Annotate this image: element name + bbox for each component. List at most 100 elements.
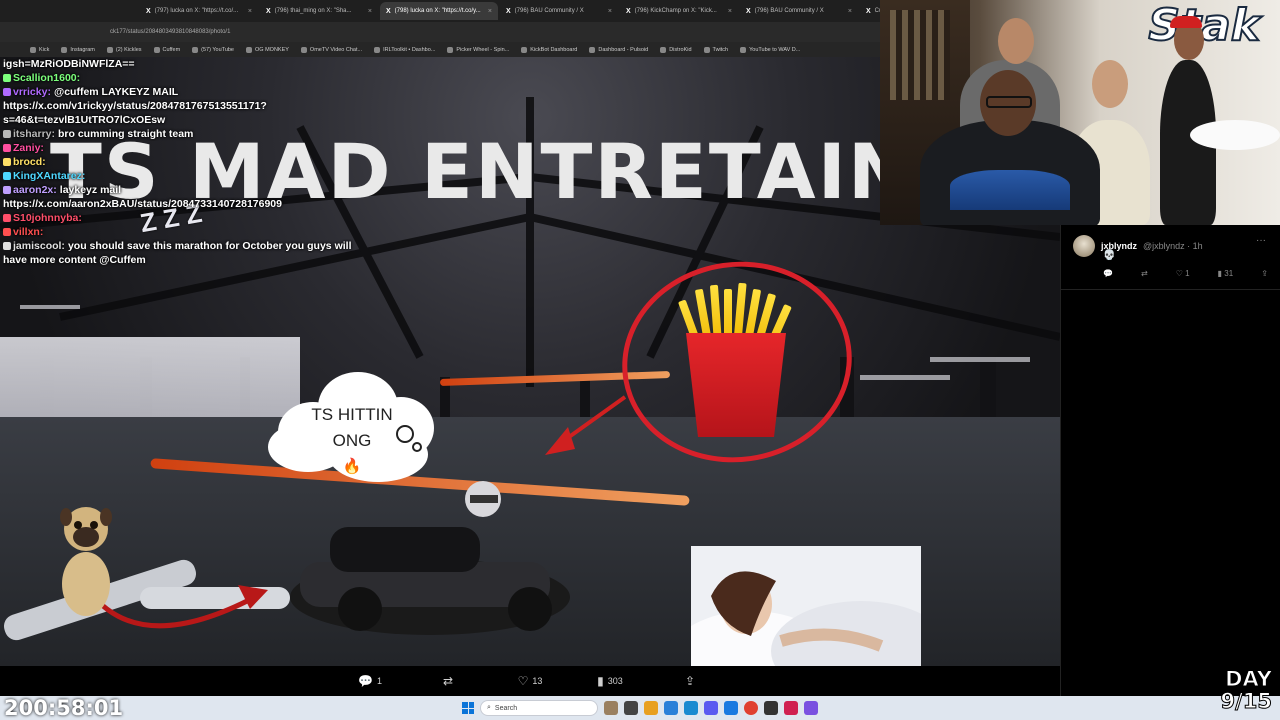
edge-browser-icon[interactable] — [664, 701, 678, 715]
close-icon[interactable]: × — [848, 8, 852, 15]
person-head — [998, 18, 1034, 64]
share-icon[interactable]: ⇪ — [1261, 269, 1268, 278]
mail-icon[interactable] — [724, 701, 738, 715]
bookmark-item[interactable]: OG MONKEY — [246, 46, 289, 53]
fries-sticker — [677, 282, 795, 439]
bookmark-item[interactable]: YouTube to WAV D... — [740, 46, 800, 53]
bar-chart-icon[interactable]: ▮ 31 — [1218, 269, 1234, 278]
browser-tab[interactable]: X (796) thai_ming on X: "Sha... × — [260, 2, 378, 20]
chat-message: vrricky: @cuffem LAYKEYZ MAIL — [3, 85, 383, 99]
chat-message: Zaniy: — [3, 141, 383, 155]
task-view-icon[interactable] — [624, 701, 638, 715]
bookmark-favicon-icon — [106, 46, 113, 53]
bookmark-item[interactable]: (57) YouTube — [192, 46, 234, 53]
close-icon[interactable]: × — [248, 8, 252, 15]
close-icon[interactable]: × — [728, 8, 732, 15]
close-icon[interactable]: × — [488, 8, 492, 15]
chat-message-text: https://x.com/aaron2xBAU/status/20847331… — [3, 198, 282, 210]
chat-badge-icon — [3, 214, 11, 222]
share-button[interactable]: ⇪ — [650, 674, 730, 688]
bookmark-item[interactable]: Kick — [30, 46, 49, 53]
browser-tab[interactable]: X (796) KickChamp on X: "Kick... × — [620, 2, 738, 20]
x-logo-icon: X — [506, 7, 511, 15]
chat-overlay: igsh=MzRiODBiNWFlZA== Scallion1600: vrrick… — [3, 57, 383, 267]
bookmark-item[interactable]: OmeTV Video Chat... — [300, 46, 362, 53]
taskbar-app-icon[interactable] — [704, 701, 718, 715]
bookmark-favicon-icon — [61, 46, 68, 53]
bookmark-favicon-icon — [30, 46, 36, 53]
day-counter: DAY 9/15 — [1220, 667, 1273, 713]
white-chair — [1190, 120, 1280, 150]
chat-username[interactable]: S10johnnyba: — [13, 212, 82, 224]
chat-badge-icon — [3, 130, 11, 138]
bookmark-item[interactable]: DistroKid — [660, 46, 692, 53]
bookmark-favicon-icon — [246, 46, 252, 53]
browser-tab[interactable]: X (796) BAU Community / X × — [500, 2, 618, 20]
taskbar-search-input[interactable]: ⌕ Search — [480, 700, 598, 716]
browser-tab-label: (798) lucka on X: "https://t.co/y... — [394, 8, 481, 14]
chat-username[interactable]: aaron2x: — [13, 184, 57, 196]
browser-tab-label: (797) lucka on X: "https://t.co/... — [154, 8, 239, 14]
x-logo-icon: X — [746, 7, 751, 15]
bookmark-favicon-icon — [447, 46, 454, 53]
share-icon: ⇪ — [684, 674, 696, 688]
chat-message: https://x.com/aaron2xBAU/status/20847331… — [3, 197, 383, 211]
retweet-icon[interactable]: ⇄ — [1141, 269, 1148, 278]
thought-bubble-dot — [396, 425, 414, 443]
browser-tab[interactable]: X (797) lucka on X: "https://t.co/... × — [140, 2, 258, 20]
taskbar-app-icon[interactable] — [784, 701, 798, 715]
reply-icon: 💬 — [358, 674, 373, 688]
chat-message: https://x.com/v1rickyy/status/2084781767… — [3, 99, 383, 113]
browser-tab[interactable]: X (796) BAU Community / X × — [740, 2, 858, 20]
thought-text-line1: TS HITTIN — [311, 405, 393, 424]
browser-tab[interactable]: XCuff× — [860, 2, 880, 20]
chat-username[interactable]: brocd: — [13, 156, 46, 168]
retweet-button[interactable]: ⇄ — [410, 674, 490, 688]
chat-message: aaron2x: laykeyz mail — [3, 183, 383, 197]
bookmark-item[interactable]: (2) Kickles — [106, 46, 142, 53]
close-icon[interactable]: × — [368, 8, 372, 15]
bookmark-item[interactable]: Dashboard - Pulsoid — [589, 46, 648, 53]
chat-username[interactable]: jamiscool: — [13, 240, 65, 252]
chat-username[interactable]: villxn: — [13, 226, 43, 238]
chat-username[interactable]: KingXAntarez: — [13, 170, 85, 182]
chat-message-text: https://x.com/v1rickyy/status/2084781767… — [3, 100, 267, 112]
bookmark-item[interactable]: IRLToolkit • Dashbo... — [374, 46, 435, 53]
close-icon[interactable]: × — [608, 8, 612, 15]
heart-icon[interactable]: ♡ 1 — [1176, 269, 1190, 278]
reply-count: 1 — [376, 676, 382, 686]
avatar[interactable] — [1073, 235, 1095, 257]
like-button[interactable]: ♡ 13 — [490, 674, 570, 688]
obs-icon[interactable] — [764, 701, 778, 715]
address-bar[interactable]: ck177/status/2084803493810848083/photo/1 — [0, 22, 880, 42]
taskbar-app-icon[interactable] — [604, 701, 618, 715]
chrome-icon[interactable] — [744, 701, 758, 715]
bookmark-item[interactable]: Twitch — [703, 46, 728, 53]
chat-username[interactable]: itsharry: — [13, 128, 55, 140]
reply-button[interactable]: 💬 1 — [330, 674, 410, 688]
person-head — [1092, 60, 1128, 108]
chat-username[interactable]: Zaniy: — [13, 142, 44, 154]
reply-icon[interactable]: 💬 — [1103, 269, 1113, 278]
pug-sticker — [60, 507, 112, 616]
stream-timer: 200:58:01 — [4, 696, 124, 720]
bookmark-item[interactable]: Cuffem — [153, 46, 180, 53]
chat-badge-icon — [3, 172, 11, 180]
file-explorer-icon[interactable] — [644, 701, 658, 715]
bookmark-item[interactable]: Instagram — [61, 46, 95, 53]
views-button[interactable]: ▮ 303 — [570, 674, 650, 688]
bookmark-item[interactable]: Picker Wheel - Spin... — [447, 46, 509, 53]
browser-tab[interactable]: X (798) lucka on X: "https://t.co/y... × — [380, 2, 498, 20]
chat-username[interactable]: vrricky: — [13, 86, 51, 98]
side-tweet-panel: jxblyndz @jxblyndz · 1h ··· 💀 💬 ⇄ ♡ 1 ▮ … — [1060, 225, 1280, 696]
more-options-icon[interactable]: ··· — [1256, 235, 1266, 246]
discord-icon[interactable] — [804, 701, 818, 715]
thought-bubble-dot — [412, 442, 422, 452]
bookmark-item[interactable]: KickBot Dashboard — [521, 46, 577, 53]
chat-username[interactable]: Scallion1600: — [13, 72, 80, 84]
store-icon[interactable] — [684, 701, 698, 715]
heart-icon: ♡ — [517, 674, 529, 688]
chat-badge-icon — [3, 88, 11, 96]
windows-start-icon[interactable] — [462, 702, 474, 714]
divider — [1061, 289, 1280, 290]
